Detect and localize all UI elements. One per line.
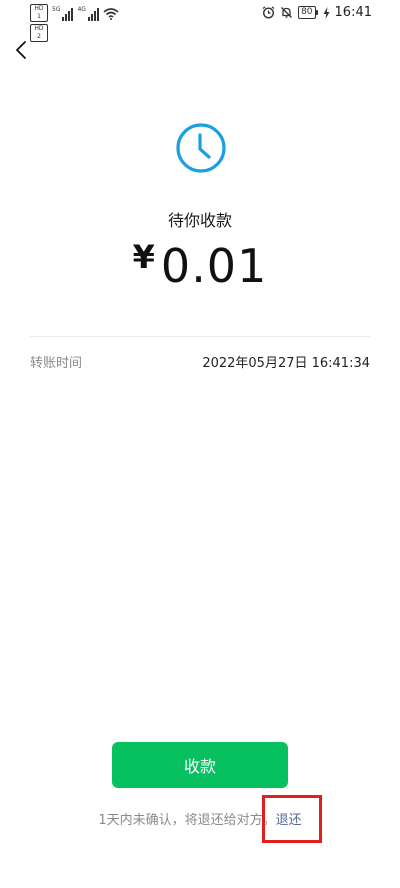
alarm-icon [262, 6, 275, 19]
transfer-time-label: 转账时间 [30, 356, 83, 371]
receive-button[interactable]: 收款 [112, 742, 288, 788]
highlight-box [262, 795, 322, 843]
sim1-hd-badge: HD 1 [30, 4, 48, 22]
divider [30, 336, 370, 337]
sim2-hd-badge: HD 2 [30, 24, 48, 42]
signal-2-icon: 4G [77, 6, 99, 21]
signal-1-icon: 5G [52, 6, 74, 21]
amount-value: 0.01 [160, 239, 268, 293]
footer-note-text: 1天内未确认，将退还给对方。 [98, 813, 276, 828]
battery-level: 80 [298, 6, 316, 19]
sim-badges: HD 1 HD 2 [30, 4, 48, 42]
transfer-time-value: 2022年05月27日 16:41:34 [202, 356, 370, 371]
status-right: 80 16:41 [262, 5, 372, 20]
transfer-status-title: 待你收款 [167, 211, 232, 230]
currency-symbol: ¥ [132, 238, 155, 276]
transfer-amount: ¥0.01 [0, 238, 400, 293]
status-left: HD 1 HD 2 5G 4G [30, 4, 119, 42]
status-time: 16:41 [334, 5, 372, 20]
wifi-icon [103, 8, 119, 20]
footer-note: 1天内未确认，将退还给对方。退还 [0, 809, 400, 828]
status-bar: HD 1 HD 2 5G 4G 80 16:41 [0, 0, 400, 42]
signal-2-tag: 4G [77, 6, 86, 13]
signal-1-tag: 5G [52, 6, 61, 13]
chevron-left-icon [16, 41, 26, 59]
mute-bell-icon [281, 7, 293, 18]
back-button[interactable] [10, 38, 32, 62]
charging-bolt-icon [323, 6, 330, 19]
clock-icon [176, 123, 226, 173]
battery-icon: 80 [298, 6, 318, 19]
